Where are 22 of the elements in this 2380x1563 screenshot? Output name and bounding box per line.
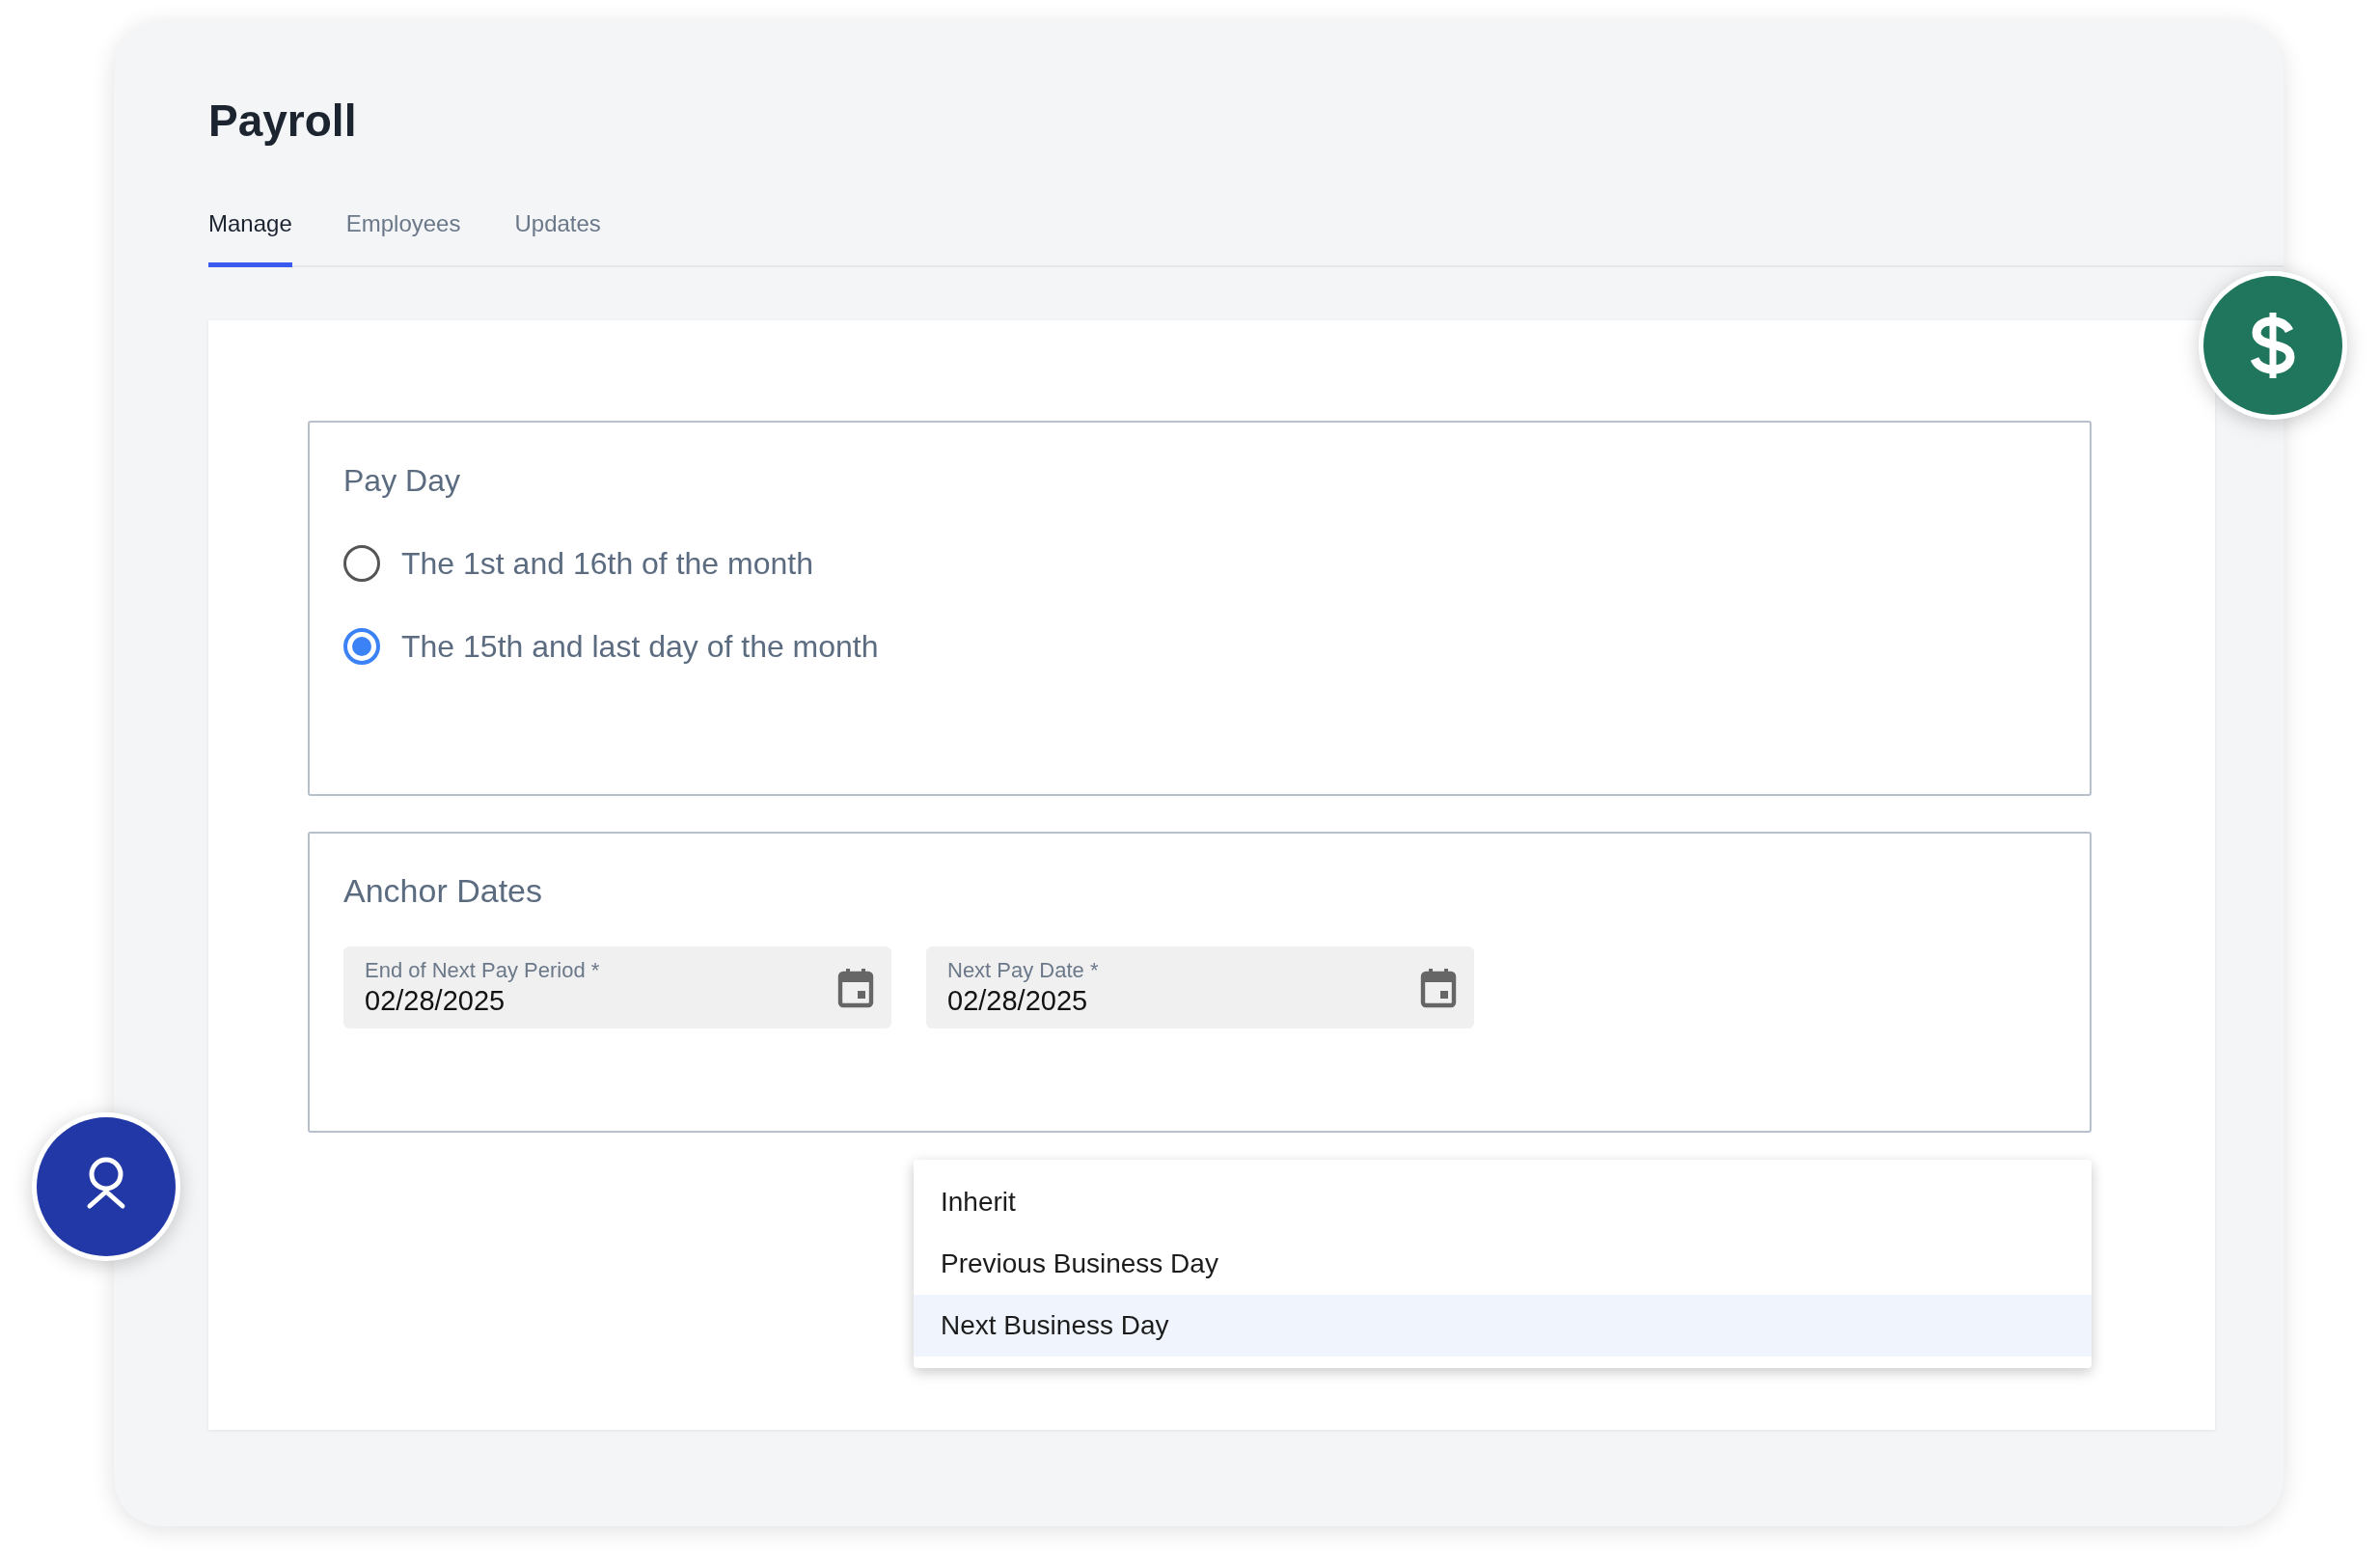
field-label: End of Next Pay Period * bbox=[365, 956, 600, 984]
field-value: 02/28/2025 bbox=[947, 984, 1089, 1019]
menu-item[interactable]: Inherit bbox=[914, 1171, 2092, 1233]
radio-label: The 15th and last day of the month bbox=[401, 628, 879, 666]
radio-option[interactable]: The 15th and last day of the month bbox=[343, 623, 2056, 670]
menu-item[interactable]: Next Business Day bbox=[914, 1295, 2092, 1357]
field-label: Next Pay Date * bbox=[947, 956, 1099, 984]
calendar-icon[interactable] bbox=[1420, 967, 1457, 1008]
radio-label: The 1st and 16th of the month bbox=[401, 545, 813, 583]
radio-button[interactable] bbox=[343, 545, 380, 582]
section-title: Anchor Dates bbox=[343, 871, 543, 911]
calendar-icon[interactable] bbox=[837, 967, 874, 1008]
menu-item[interactable]: Previous Business Day bbox=[914, 1233, 2092, 1295]
tab[interactable]: Employees bbox=[345, 206, 461, 267]
date-field[interactable]: End of Next Pay Period * 02/28/2025 bbox=[343, 946, 891, 1028]
tab[interactable]: Manage bbox=[208, 206, 292, 267]
radio-option[interactable]: The 1st and 16th of the month bbox=[343, 540, 2056, 587]
tab[interactable]: Updates bbox=[514, 206, 601, 267]
field-value: 02/28/2025 bbox=[365, 984, 506, 1019]
section-title: Pay Day bbox=[343, 462, 461, 500]
date-field[interactable]: Next Pay Date * 02/28/2025 bbox=[926, 946, 1474, 1028]
radio-button[interactable] bbox=[343, 628, 380, 665]
